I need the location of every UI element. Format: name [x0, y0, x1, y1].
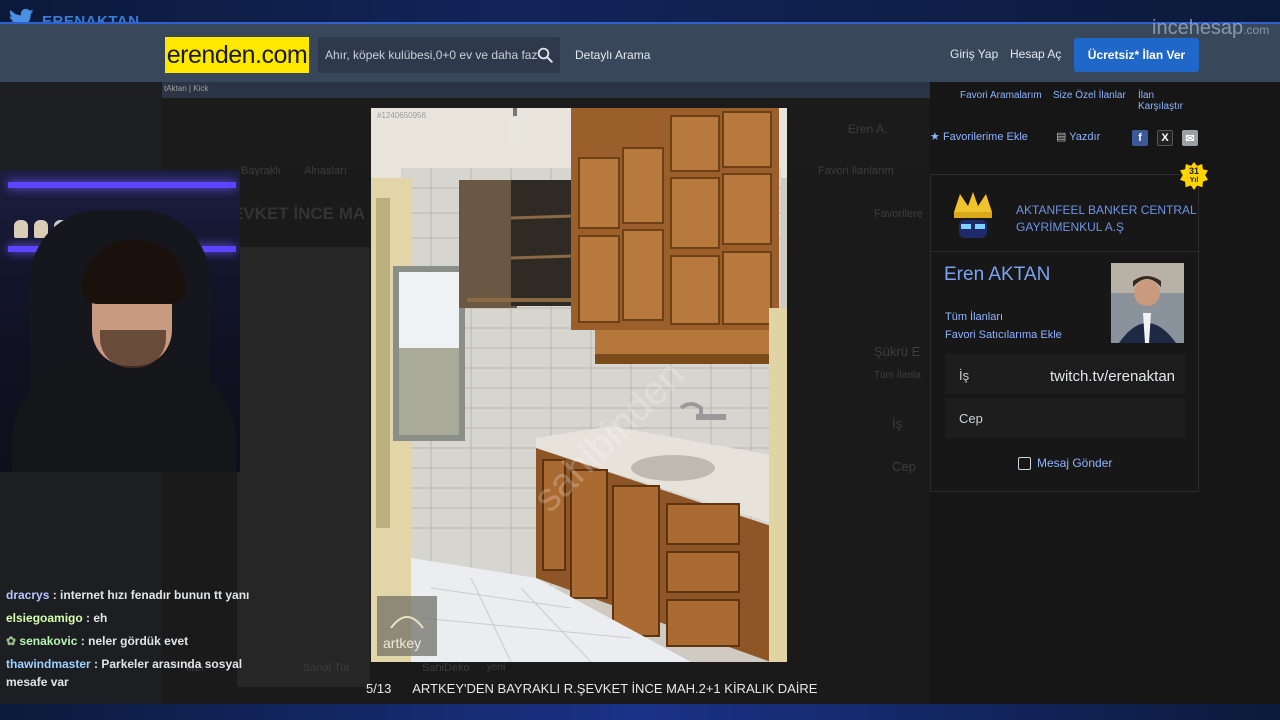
dim-all-ads: Tüm İlanla	[874, 370, 921, 381]
chat-text: neler gördük evet	[88, 634, 189, 648]
x-share-icon[interactable]: X	[1157, 130, 1173, 146]
screen: ERENAKTAN erenden.com Detaylı Arama Giri…	[0, 0, 1280, 720]
lightbox-caption: 5/13 ARTKEY'DEN BAYRAKLI R.ŞEVKET İNCE M…	[366, 681, 817, 696]
chat-user: elsiegoamigo	[6, 611, 83, 625]
stream-chat: dracrys : internet hızı fenadır bunun tt…	[0, 586, 250, 696]
dim-is: İş	[892, 416, 903, 431]
streamer-shirt	[12, 360, 236, 472]
link-favorite-searches[interactable]: Favori Aramalarım	[960, 90, 1042, 101]
send-message-label: Mesaj Gönder	[1037, 456, 1113, 470]
link-personalized-ads[interactable]: Size Özel İlanlar	[1053, 90, 1126, 101]
chat-user: dracrys	[6, 588, 50, 602]
facebook-icon[interactable]: f	[1132, 130, 1148, 146]
badge-number: 31	[1188, 166, 1199, 176]
dim-cep: Cep	[892, 459, 916, 474]
message-icon	[1018, 456, 1031, 470]
badge-unit: Yıl	[1189, 177, 1199, 184]
site-header: erenden.com Detaylı Arama Giriş Yap Hesa…	[0, 22, 1280, 82]
dim-tab-sahideko: SahiDeko	[422, 662, 470, 674]
kitchen-photo-illustration: sahibinden #1240650956 artkey	[371, 108, 787, 662]
chat-message: elsiegoamigo : eh	[6, 611, 108, 625]
work-label: İş	[959, 368, 970, 383]
company-name[interactable]: AKTANFEEL BANKER CENTRAL GAYRİMENKUL A.Ş	[1016, 202, 1206, 236]
webcam-feed	[0, 170, 240, 472]
detailed-search-link[interactable]: Detaylı Arama	[575, 48, 650, 62]
link-compare-ads[interactable]: İlan Karşılaştır	[1138, 90, 1200, 112]
stream-bottom-bar	[0, 704, 1280, 720]
chat-text: internet hızı fenadır bunun tt yanı	[60, 588, 250, 602]
send-message-button[interactable]: Mesaj Gönder	[1018, 456, 1112, 470]
signup-link[interactable]: Hesap Aç	[1010, 47, 1061, 61]
dim-user-name: Eren A.	[848, 122, 888, 136]
dim-tab-new: yeni	[487, 662, 506, 673]
artkey-logo-text: artkey	[383, 635, 421, 651]
listing-title: ARTKEY'DEN BAYRAKLI R.ŞEVKET İNCE MAH.2+…	[412, 681, 818, 696]
dim-breadcrumb-1: Bayraklı	[241, 165, 281, 177]
dim-fav-ads: Favori İlanlarım	[818, 165, 894, 177]
watermark-suffix: .com	[1243, 23, 1270, 37]
add-favorite-button[interactable]: ★ Favorilerime Ekle	[930, 130, 1028, 143]
watermark-main: incehesap	[1152, 17, 1244, 39]
print-label: Yazdır	[1069, 131, 1101, 143]
site-logo[interactable]: erenden.com	[165, 37, 309, 73]
all-ads-link[interactable]: Tüm İlanları	[945, 311, 1003, 323]
print-button[interactable]: ▤ Yazdır	[1056, 130, 1100, 143]
dim-seller: Şükrü E	[874, 344, 921, 359]
add-favorite-label: Favorilerime Ekle	[942, 131, 1028, 143]
figurine	[14, 220, 28, 238]
photo-counter: 5/13	[366, 681, 392, 696]
email-share-icon[interactable]: ✉	[1182, 130, 1198, 146]
work-value[interactable]: twitch.tv/erenaktan	[1050, 368, 1175, 385]
chat-message: thawindmaster : Parkeler arasında sosyal…	[6, 657, 243, 689]
photo-id: #1240650956	[377, 111, 426, 120]
chat-user: thawindmaster	[6, 657, 91, 671]
seller-name[interactable]: Eren AKTAN	[944, 264, 1050, 286]
mobile-label: Cep	[959, 411, 983, 426]
tab-title-fragment: tAktan | Kick	[162, 82, 930, 98]
search-icon[interactable]	[536, 46, 554, 64]
seller-sidebar: Favori Aramalarım Size Özel İlanlar İlan…	[930, 82, 1280, 704]
search-input[interactable]	[318, 37, 538, 73]
lightbox-photo[interactable]: sahibinden #1240650956 artkey	[371, 108, 787, 662]
chat-message: dracrys : internet hızı fenadır bunun tt…	[6, 588, 250, 602]
chat-user: senakovic	[19, 634, 78, 648]
led-shelf-top	[8, 182, 236, 188]
dim-tab-virtual-tour: Sanal Tur	[303, 662, 351, 674]
search-box	[318, 37, 560, 73]
seller-avatar[interactable]	[1111, 263, 1184, 343]
dim-building-photo	[237, 247, 370, 687]
dim-fav-add: Favorilere	[874, 208, 923, 220]
chat-text: eh	[93, 611, 108, 625]
chat-badge-icon: ✿	[6, 634, 17, 648]
favorite-seller-link[interactable]: Favori Satıcılarıma Ekle	[945, 329, 1062, 341]
dim-breadcrumb-2: Alnasları	[304, 165, 347, 177]
divider	[931, 251, 1200, 252]
account-links: Favori Aramalarım Size Özel İlanlar İlan…	[930, 82, 1200, 112]
mobile-phone-row: Cep	[945, 398, 1185, 438]
stream-top-bar: ERENAKTAN	[0, 0, 1280, 30]
star-icon: ★	[930, 131, 940, 143]
work-phone-row: İş twitch.tv/erenaktan	[945, 354, 1185, 394]
incehesap-watermark: incehesap.com	[1152, 17, 1269, 40]
login-link[interactable]: Giriş Yap	[950, 47, 998, 61]
dim-listing-title: EVKET İNCE MA	[232, 204, 366, 223]
post-ad-button[interactable]: Ücretsiz* İlan Ver	[1074, 38, 1199, 72]
company-crown-logo[interactable]	[950, 190, 996, 240]
printer-icon: ▤	[1056, 131, 1067, 143]
chat-message: ✿ senakovic : neler gördük evet	[6, 634, 189, 648]
